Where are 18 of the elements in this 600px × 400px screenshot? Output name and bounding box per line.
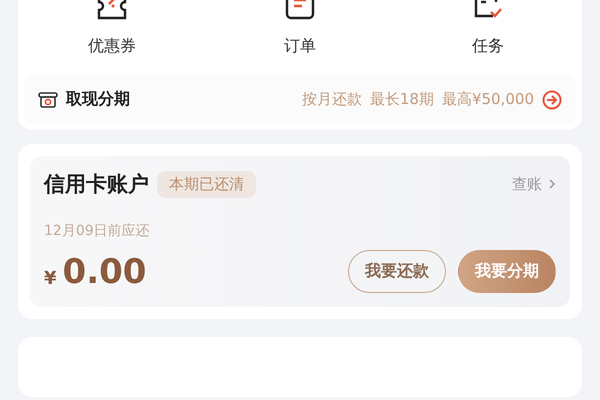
- arrow-circle-icon: [542, 90, 562, 110]
- banner-tag: 最长18期: [370, 90, 434, 109]
- installment-banner[interactable]: 取现分期 按月还款 最长18期 最高¥50,000: [24, 75, 576, 124]
- document-icon: [283, 0, 317, 22]
- ticket-icon: [95, 0, 129, 22]
- shortcut-item[interactable]: 任务: [394, 0, 582, 57]
- repay-button[interactable]: 我要还款: [348, 250, 446, 293]
- currency-symbol: ¥: [44, 268, 57, 289]
- banner-tag: 按月还款: [302, 90, 362, 109]
- account-title: 信用卡账户: [44, 171, 149, 198]
- shortcut-item[interactable]: 优惠券: [18, 0, 206, 57]
- due-date-text: 12月09日前应还: [44, 222, 151, 240]
- chevron-right-icon: [548, 178, 556, 190]
- amount-text: 0.00: [62, 252, 146, 292]
- banner-title: 取现分期: [66, 89, 130, 110]
- shortcut-item[interactable]: 订单: [206, 0, 394, 57]
- banner-tag: 最高¥50,000: [442, 90, 534, 109]
- status-badge: 本期已还清: [157, 170, 256, 198]
